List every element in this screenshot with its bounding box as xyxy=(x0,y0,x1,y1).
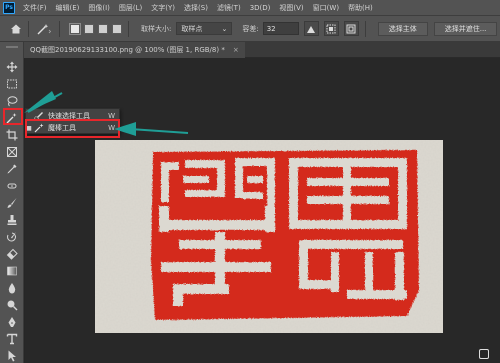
separator xyxy=(128,20,129,37)
document-tab-bar: QQ截图20190629133100.png @ 100% (图层 1, RGB… xyxy=(24,42,500,58)
anti-alias-checkbox[interactable] xyxy=(303,21,319,36)
menu-type[interactable]: 文字(Y) xyxy=(151,3,175,13)
menu-layer[interactable]: 图层(L) xyxy=(119,3,142,13)
annotation-arrow xyxy=(114,122,189,136)
tolerance-input[interactable]: 32 xyxy=(262,22,299,35)
document-tab[interactable]: QQ截图20190629133100.png @ 100% (图层 1, RGB… xyxy=(24,42,245,58)
new-selection-button[interactable] xyxy=(69,22,81,35)
subtract-from-selection-button[interactable] xyxy=(98,23,108,34)
intersect-selection-button[interactable] xyxy=(112,23,122,34)
watermark-logo xyxy=(479,349,492,359)
healing-brush-icon[interactable] xyxy=(4,179,20,193)
clone-stamp-icon[interactable] xyxy=(4,213,20,227)
panel-grip[interactable] xyxy=(6,46,18,48)
dodge-icon[interactable] xyxy=(4,298,20,312)
add-to-selection-button[interactable] xyxy=(84,23,94,34)
menu-select[interactable]: 选择(S) xyxy=(184,3,208,13)
tool-preset-picker[interactable] xyxy=(35,21,53,37)
chevron-down-icon: ⌄ xyxy=(221,24,228,33)
menu-bar: Ps 文件(F) 编辑(E) 图像(I) 图层(L) 文字(Y) 选择(S) 滤… xyxy=(0,0,500,15)
annotation-arrow xyxy=(24,91,63,113)
menu-edit[interactable]: 编辑(E) xyxy=(56,3,80,13)
gradient-icon[interactable] xyxy=(4,264,20,278)
menu-filter[interactable]: 滤镜(T) xyxy=(217,3,241,13)
type-icon[interactable] xyxy=(4,332,20,346)
select-subject-button[interactable]: 选择主体 xyxy=(377,21,428,36)
select-and-mask-button[interactable]: 选择并遮住... xyxy=(433,21,498,36)
menu-3d[interactable]: 3D(D) xyxy=(250,4,271,12)
sample-all-layers-checkbox[interactable] xyxy=(343,21,359,36)
menu-image[interactable]: 图像(I) xyxy=(88,3,110,13)
brush-icon[interactable] xyxy=(4,196,20,210)
sample-all-layers-icon xyxy=(346,24,356,33)
crop-icon[interactable] xyxy=(4,128,20,142)
close-icon[interactable]: × xyxy=(233,46,239,54)
frame-icon[interactable] xyxy=(4,145,20,159)
home-icon[interactable] xyxy=(10,23,22,35)
menu-help[interactable]: 帮助(H) xyxy=(348,3,373,13)
separator xyxy=(28,20,29,37)
eyedropper-icon[interactable] xyxy=(4,162,20,176)
path-selection-icon[interactable] xyxy=(4,349,20,363)
document-title: QQ截图20190629133100.png @ 100% (图层 1, RGB… xyxy=(30,46,225,54)
move-icon[interactable] xyxy=(4,60,20,74)
pen-icon[interactable] xyxy=(4,315,20,329)
sample-size-label: 取样大小: xyxy=(141,24,172,33)
menu-file[interactable]: 文件(F) xyxy=(23,3,47,13)
watermark-icon xyxy=(479,349,489,359)
separator xyxy=(59,20,60,37)
anti-alias-icon xyxy=(307,25,316,33)
options-bar: 取样大小: 取样点 ⌄ 容差: 32 选择主体 选择并遮住... xyxy=(0,15,500,42)
blur-icon[interactable] xyxy=(4,281,20,295)
contiguous-checkbox[interactable] xyxy=(323,21,339,36)
photoshop-logo[interactable]: Ps xyxy=(3,1,15,14)
contiguous-icon xyxy=(326,24,336,33)
sample-size-value: 取样点 xyxy=(181,24,203,33)
menu-view[interactable]: 视图(V) xyxy=(279,3,303,13)
tolerance-label: 容差: xyxy=(242,24,259,33)
eraser-icon[interactable] xyxy=(4,247,20,261)
sample-size-select[interactable]: 取样点 ⌄ xyxy=(176,22,233,35)
magic-wand-icon xyxy=(37,23,52,34)
separator xyxy=(364,20,366,37)
seal-image[interactable] xyxy=(95,140,443,333)
menu-window[interactable]: 窗口(W) xyxy=(313,3,339,13)
seal-stamp-graphic xyxy=(95,140,443,333)
history-brush-icon[interactable] xyxy=(4,230,20,244)
